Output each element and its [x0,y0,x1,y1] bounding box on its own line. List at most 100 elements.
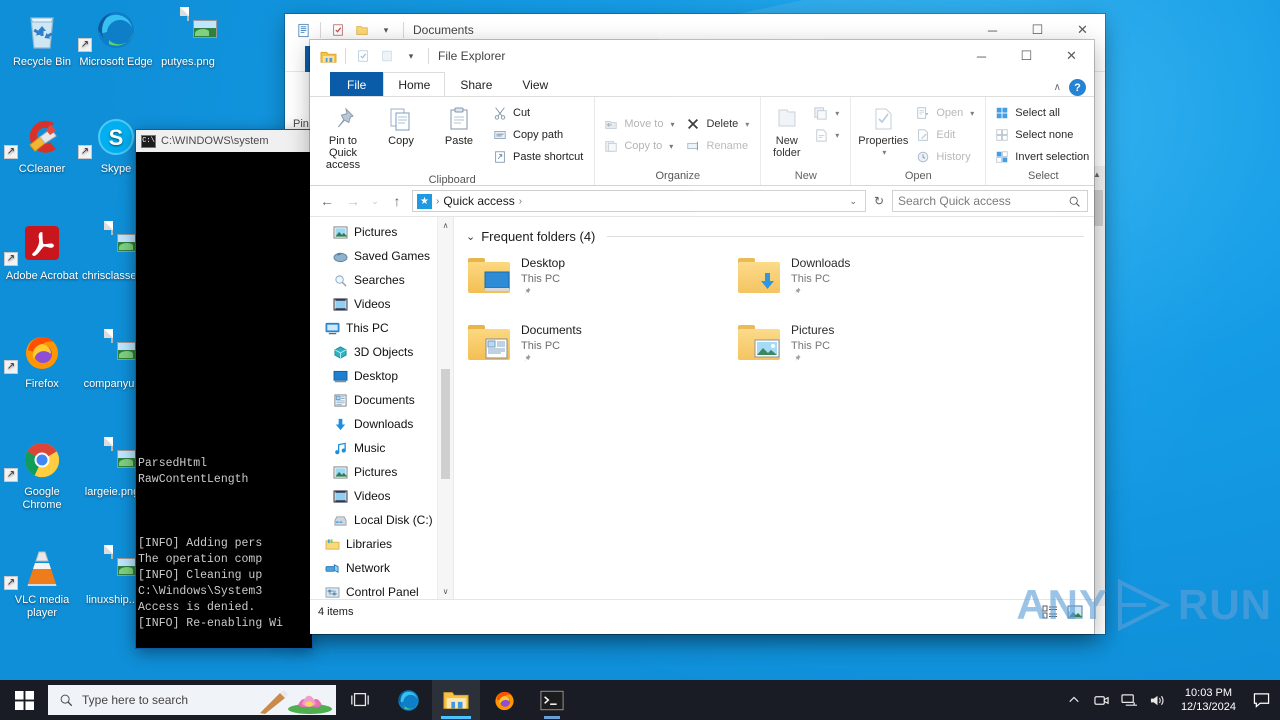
address-bar[interactable]: ★ › Quick access › ⌄ [412,190,866,212]
chevron-down-icon[interactable]: ▾ [835,131,839,140]
pin-to-quick-access-button[interactable]: Pin to Quick access [314,100,372,174]
background-minimize-button[interactable]: ─ [970,14,1015,46]
chevron-down-icon[interactable]: ▾ [669,142,673,151]
action-center-button[interactable] [1246,680,1276,720]
desktop-icon-microsoft-edge[interactable]: ↗ Microsoft Edge [78,8,154,69]
desktop-icon-ccleaner[interactable]: ↗ CCleaner [4,115,80,176]
copy-to-button[interactable]: Copy to ▾ [601,135,679,157]
navigation-pane[interactable]: Pictures Saved Games Searches Videos This PC… [310,217,454,599]
nav-item-pictures[interactable]: Pictures [310,460,453,484]
desktop-icon-recycle-bin[interactable]: Recycle Bin [4,8,80,69]
start-button[interactable] [0,680,48,720]
recent-locations-button[interactable]: ⌄ [368,190,382,212]
paste-button[interactable]: Paste [430,100,488,150]
delete-button[interactable]: Delete ▾ [683,113,754,135]
cut-button[interactable]: Cut [490,102,588,124]
ribbon[interactable]: Pin to Quick access Copy Paste Cut Copy … [310,96,1094,186]
chevron-down-icon[interactable]: ▾ [882,147,886,159]
new-folder-qat-icon[interactable] [377,46,397,66]
file-explorer-window[interactable]: ▾ File Explorer ─ ☐ ✕ File Home Share Vi… [310,40,1094,634]
breadcrumb-separator[interactable]: › [519,196,522,207]
address-bar-row[interactable]: ← → ⌄ ↑ ★ › Quick access › ⌄ ↻ [310,186,1094,216]
new-item-button[interactable]: ▾ [810,102,844,124]
forward-button[interactable]: → [342,190,364,212]
desktop-icon-adobe-acrobat[interactable]: ↗ Adobe Acrobat [4,222,80,283]
nav-item-pictures[interactable]: Pictures [310,220,453,244]
up-button[interactable]: ↑ [386,190,408,212]
file-explorer-app-icon[interactable] [318,46,338,66]
desktop-icon-firefox[interactable]: ↗ Firefox [4,330,80,391]
explorer-titlebar[interactable]: ▾ File Explorer ─ ☐ ✕ [310,40,1094,72]
select-all-button[interactable]: Select all [992,102,1094,124]
address-dropdown-icon[interactable]: ⌄ [845,196,861,207]
ribbon-tab-strip[interactable]: File Home Share View ∧ ? [310,72,1094,96]
copy-path-button[interactable]: Copy path [490,124,588,146]
nav-scroll-up-icon[interactable]: ∧ [438,217,453,233]
console-titlebar[interactable]: C:\ C:\WINDOWS\system [136,130,312,152]
refresh-button[interactable]: ↻ [870,190,888,212]
nav-scrollbar-thumb[interactable] [441,369,450,479]
history-button[interactable]: History [913,146,979,168]
camera-tray-icon[interactable] [1089,680,1115,720]
search-box[interactable] [892,190,1088,212]
nav-item-control-panel[interactable]: Control Panel [310,580,453,599]
nav-item-saved-games[interactable]: Saved Games [310,244,453,268]
scroll-up-icon[interactable]: ▲ [1089,166,1105,183]
explorer-close-button[interactable]: ✕ [1049,40,1094,72]
taskbar-search-box[interactable]: Type here to search [48,685,336,715]
task-view-button[interactable] [336,680,384,720]
background-maximize-button[interactable]: ☐ [1015,14,1060,46]
help-icon[interactable]: ? [1069,79,1086,96]
properties-button[interactable]: Properties ▾ [855,100,911,162]
taskbar-firefox[interactable] [480,680,528,720]
copy-button[interactable]: Copy [372,100,430,150]
nav-item-videos[interactable]: Videos [310,292,453,316]
desktop-icon-vlc-media-player[interactable]: ↗ VLC media player [4,546,80,620]
new-folder-button[interactable]: New folder [765,100,808,162]
ribbon-tab-share[interactable]: Share [445,72,507,96]
collapse-ribbon-icon[interactable]: ∧ [1054,82,1061,93]
nav-item-downloads[interactable]: Downloads [310,412,453,436]
clock[interactable]: 10:03 PM 12/13/2024 [1173,686,1244,714]
system-tray[interactable]: 10:03 PM 12/13/2024 [1061,680,1280,720]
nav-scroll-down-icon[interactable]: ∨ [438,583,453,599]
taskbar-edge[interactable] [384,680,432,720]
easy-access-button[interactable]: ▾ [810,124,844,146]
chevron-down-icon[interactable]: ▾ [835,109,839,118]
ribbon-tab-home[interactable]: Home [383,72,446,96]
chevron-down-icon[interactable]: ▾ [970,109,974,118]
customize-qat-icon[interactable]: ▾ [376,20,396,40]
move-to-button[interactable]: Move to ▾ [601,113,679,135]
explorer-maximize-button[interactable]: ☐ [1004,40,1049,72]
paste-shortcut-button[interactable]: Paste shortcut [490,146,588,168]
edit-button[interactable]: Edit [913,124,979,146]
large-icons-view-button[interactable] [1064,602,1086,622]
folder-item-downloads[interactable]: Downloads This PC [734,254,1004,303]
nav-item-libraries[interactable]: Libraries [310,532,453,556]
show-hidden-icons-button[interactable] [1061,680,1087,720]
nav-item-searches[interactable]: Searches [310,268,453,292]
desktop-icon-putyes-png[interactable]: putyes.png [150,7,226,69]
navigation-tree[interactable]: Pictures Saved Games Searches Videos This PC… [310,217,453,599]
nav-item-music[interactable]: Music [310,436,453,460]
explorer-qat-icon[interactable] [293,20,313,40]
open-button[interactable]: Open ▾ [913,102,979,124]
folder-item-pictures[interactable]: Pictures This PC [734,321,1004,370]
nav-item-desktop[interactable]: Desktop [310,364,453,388]
invert-selection-button[interactable]: Invert selection [992,146,1094,168]
taskbar-command-prompt[interactable] [528,680,576,720]
select-none-button[interactable]: Select none [992,124,1094,146]
scrollbar-thumb[interactable] [1091,190,1103,226]
search-input[interactable] [898,194,1066,208]
rename-button[interactable]: Rename [683,135,754,157]
properties-qat-icon[interactable] [328,20,348,40]
frequent-folders-header[interactable]: ⌄ Frequent folders (4) [464,225,1084,254]
nav-item-documents[interactable]: Documents [310,388,453,412]
properties-qat-icon[interactable] [353,46,373,66]
navigation-scrollbar[interactable]: ∧ ∨ [437,217,453,599]
nav-item-local-disk-c[interactable]: Local Disk (C:) [310,508,453,532]
explorer-minimize-button[interactable]: ─ [959,40,1004,72]
command-prompt-window[interactable]: C:\ C:\WINDOWS\system ParsedHtml RawCont… [136,130,312,648]
chevron-down-icon[interactable]: ⌄ [466,230,475,243]
desktop-background[interactable]: Recycle Bin ↗ Microsoft Edge putyes.png [0,0,1280,680]
